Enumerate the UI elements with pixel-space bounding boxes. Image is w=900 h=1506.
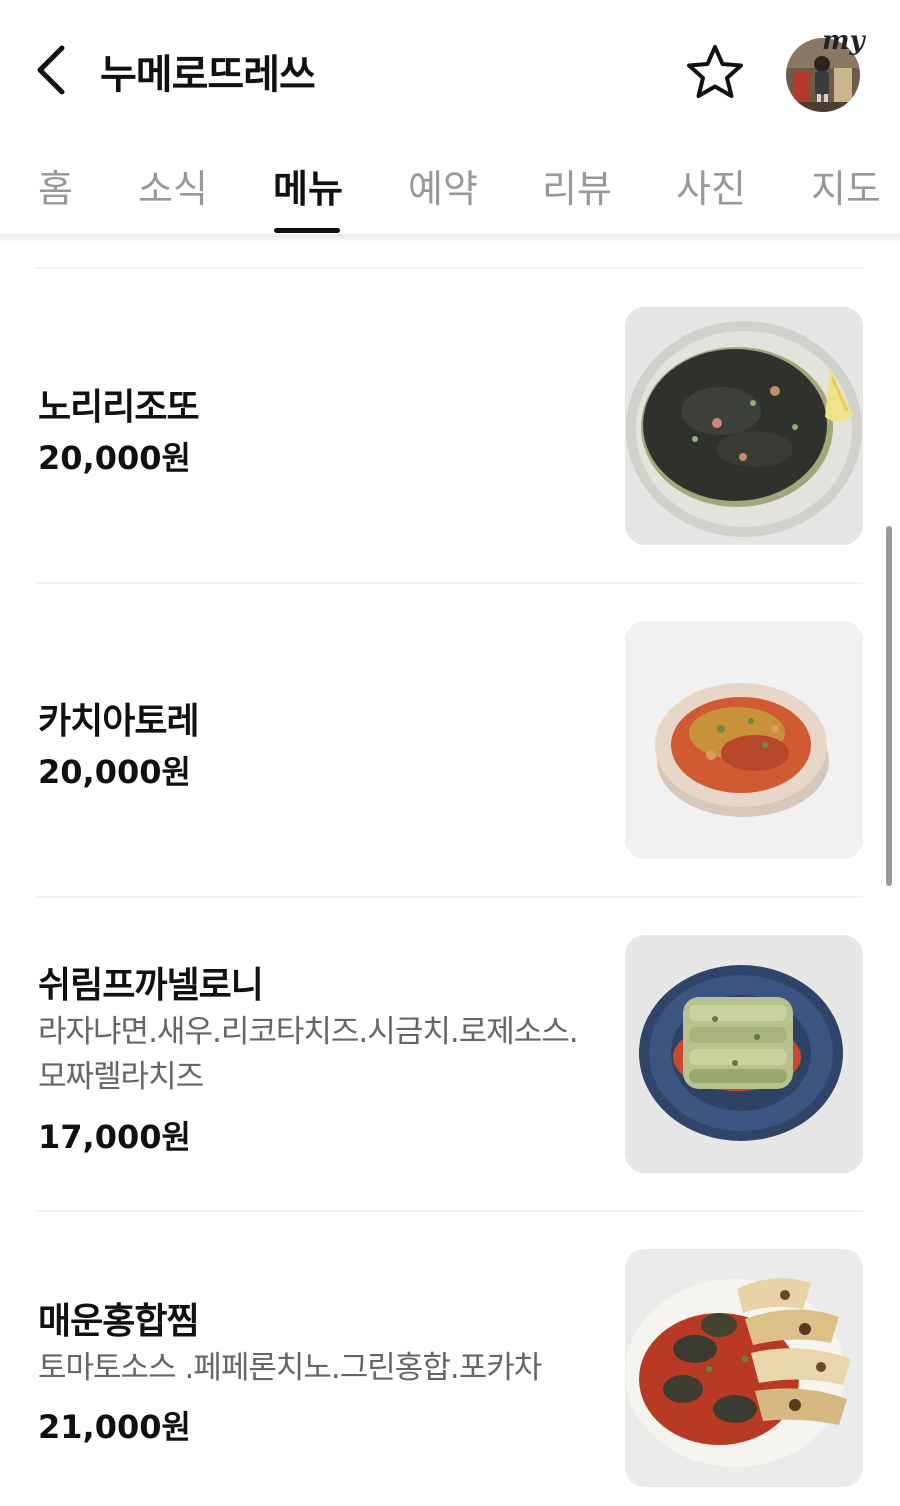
- menu-item-name: 노리리조또: [38, 387, 200, 428]
- menu-item[interactable]: 카치아토레 20,000원: [0, 604, 900, 894]
- tab-menu[interactable]: 메뉴: [273, 158, 343, 213]
- menu-item[interactable]: 노리리조또 20,000원: [0, 290, 900, 580]
- menu-item-price: 20,000원: [38, 439, 191, 477]
- top-bar: 누메로뜨레쓰 my: [0, 0, 900, 135]
- tab-photos[interactable]: 사진: [676, 158, 746, 213]
- page-title: 누메로뜨레쓰: [100, 52, 316, 98]
- favorite-button[interactable]: [684, 42, 746, 104]
- menu-item-description: 라자냐면.새우.리코타치즈.시금치.로제소스.모짜렐라치즈: [38, 1014, 579, 1095]
- menu-item-price: 21,000원: [38, 1408, 191, 1446]
- menu-item-name: 쉬림프까넬로니: [38, 965, 264, 1006]
- menu-item-photo: [625, 935, 863, 1173]
- scrollbar[interactable]: [886, 526, 892, 886]
- tab-reviews[interactable]: 리뷰: [542, 158, 612, 213]
- menu-item-name: 카치아토레: [38, 701, 200, 742]
- menu-item[interactable]: 매운홍합찜 토마토소스 .페페론치노.그린홍합.포카차 21,000원: [0, 1232, 900, 1506]
- chevron-left-icon: [37, 45, 65, 95]
- tab-bar: 홈 소식 메뉴 예약 리뷰 사진 지도: [0, 128, 900, 236]
- menu-item[interactable]: 쉬림프까넬로니 라자냐면.새우.리코타치즈.시금치.로제소스.모짜렐라치즈 17…: [0, 918, 900, 1208]
- tab-home[interactable]: 홈: [38, 158, 73, 213]
- menu-item-photo: [625, 307, 863, 545]
- star-icon: [687, 45, 743, 98]
- menu-item-name: 매운홍합찜: [38, 1301, 200, 1342]
- menu-item-price: 17,000원: [38, 1118, 191, 1156]
- tab-map[interactable]: 지도: [811, 158, 881, 213]
- tab-news[interactable]: 소식: [138, 158, 208, 213]
- menu-item-photo: [625, 621, 863, 859]
- menu-item-description: 토마토소스 .페페론치노.그린홍합.포카차: [38, 1350, 542, 1386]
- back-button[interactable]: [30, 40, 80, 100]
- menu-item-price: 20,000원: [38, 753, 191, 791]
- divider: [37, 582, 863, 584]
- tab-reservation[interactable]: 예약: [408, 158, 478, 213]
- avatar-badge: my: [822, 26, 865, 56]
- active-tab-indicator: [274, 228, 340, 233]
- menu-item-photo: [625, 1249, 863, 1487]
- divider: [37, 1210, 863, 1212]
- tabs-shadow: [0, 236, 900, 242]
- divider: [37, 267, 863, 269]
- divider: [37, 896, 863, 898]
